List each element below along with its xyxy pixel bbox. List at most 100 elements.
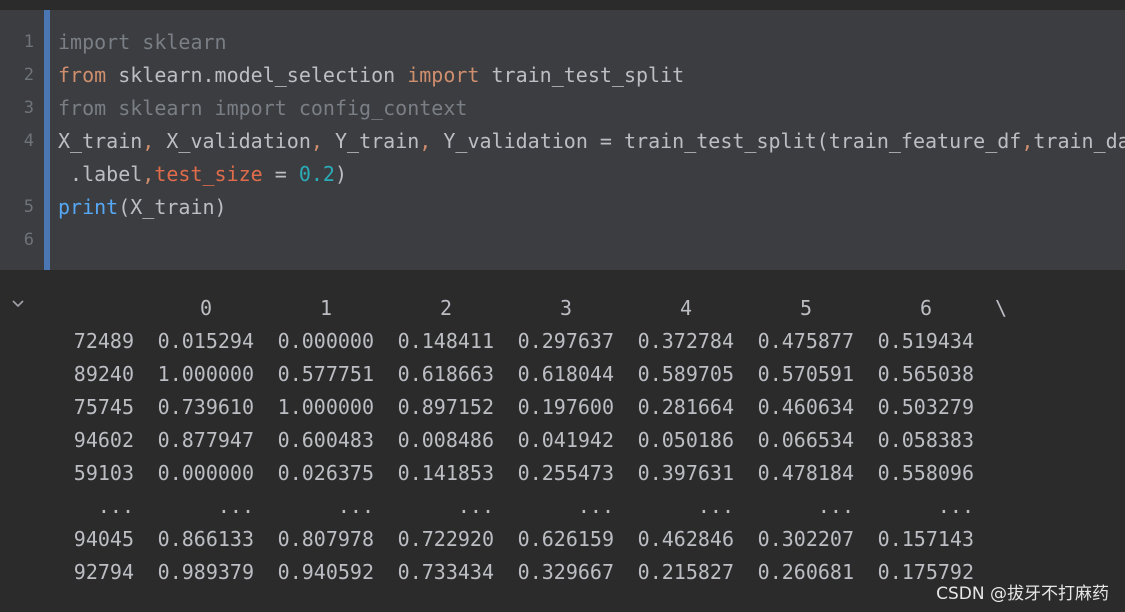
code-token: Y_validation = train_test_split(train_fe… — [443, 129, 1022, 153]
table-cell: 0.807978 — [277, 527, 374, 551]
code-token: ) — [334, 162, 348, 186]
row-index: 72489 — [73, 329, 134, 353]
table-cell: 0.600483 — [277, 428, 374, 452]
cell-output: 0 1 2 3 4 5 6 \ 72489 0.015294 0.000000 0.148411 0.2… — [0, 270, 1125, 612]
table-cell: 0.157143 — [877, 527, 974, 551]
code-token: Y_train — [334, 129, 420, 153]
table-cell: 0.565038 — [877, 362, 974, 386]
continuation-marker: \ — [995, 296, 1008, 320]
code-line[interactable]: from sklearn.model_selection import trai… — [58, 59, 684, 92]
line-number: 2 — [23, 65, 34, 85]
table-cell: 0.015294 — [157, 329, 254, 353]
table-cell: 0.026375 — [277, 461, 374, 485]
code-line[interactable]: X_train, X_validation, Y_train, Y_valida… — [58, 125, 1125, 158]
table-cell: 0.397631 — [637, 461, 734, 485]
line-number: 3 — [23, 98, 34, 118]
code-token: , — [419, 129, 444, 153]
code-token: (X_train) — [118, 195, 227, 219]
line-number: 5 — [23, 197, 34, 217]
table-cell: 1.000000 — [277, 395, 374, 419]
table-cell: 0.215827 — [637, 560, 734, 584]
code-line[interactable]: print(X_train) — [58, 191, 227, 224]
table-cell: 0.589705 — [637, 362, 734, 386]
table-cell: ... — [337, 494, 374, 518]
row-index: 89240 — [73, 362, 134, 386]
column-header: 1 — [319, 296, 333, 320]
table-cell: 0.297637 — [517, 329, 614, 353]
table-cell: 0.570591 — [757, 362, 854, 386]
table-cell: ... — [817, 494, 854, 518]
code-token: train_test_split — [479, 63, 685, 87]
code-token: import sklearn — [58, 30, 227, 54]
table-cell: 0.475877 — [757, 329, 854, 353]
table-cell: ... — [217, 494, 254, 518]
table-cell: 0.260681 — [757, 560, 854, 584]
column-header: 2 — [439, 296, 453, 320]
table-cell: 0.050186 — [637, 428, 734, 452]
table-cell: 0.329667 — [517, 560, 614, 584]
table-cell: 0.372784 — [637, 329, 734, 353]
table-cell: 0.148411 — [397, 329, 494, 353]
code-line[interactable]: import sklearn — [58, 26, 227, 59]
table-cell: 0.940592 — [277, 560, 374, 584]
code-token: from — [58, 63, 107, 87]
table-cell: 0.302207 — [757, 527, 854, 551]
row-index: 94602 — [73, 428, 134, 452]
table-cell: 1.000000 — [157, 362, 254, 386]
code-token: , — [310, 129, 335, 153]
code-line[interactable]: from sklearn import config_context — [58, 92, 467, 125]
cell-selection-bar — [44, 10, 50, 270]
chevron-down-icon[interactable] — [10, 296, 26, 312]
table-cell: 0.739610 — [157, 395, 254, 419]
table-cell: 0.989379 — [157, 560, 254, 584]
table-cell: ... — [577, 494, 614, 518]
table-cell: 0.733434 — [397, 560, 494, 584]
table-cell: 0.577751 — [277, 362, 374, 386]
line-number: 1 — [23, 32, 34, 52]
column-header: 0 — [199, 296, 213, 320]
code-token: X_train — [58, 129, 143, 153]
row-index: 94045 — [73, 527, 134, 551]
table-cell: 0.000000 — [157, 461, 254, 485]
code-token: , — [1021, 129, 1034, 153]
table-cell: 0.618044 — [517, 362, 614, 386]
row-index: 59103 — [73, 461, 134, 485]
code-line[interactable]: .label,test_size = 0.2) — [58, 158, 347, 191]
table-cell: 0.866133 — [157, 527, 254, 551]
table-cell: 0.626159 — [517, 527, 614, 551]
table-cell: 0.041942 — [517, 428, 614, 452]
column-header: 4 — [679, 296, 693, 320]
table-cell: 0.618663 — [397, 362, 494, 386]
row-index: 75745 — [73, 395, 134, 419]
table-cell: 0.897152 — [397, 395, 494, 419]
table-cell: 0.460634 — [757, 395, 854, 419]
code-token: train_data — [1033, 129, 1125, 153]
table-cell: 0.558096 — [877, 461, 974, 485]
table-cell: 0.478184 — [757, 461, 854, 485]
code-token: print — [58, 195, 119, 219]
table-cell: 0.008486 — [397, 428, 494, 452]
table-cell: 0.000000 — [277, 329, 374, 353]
code-token: import — [407, 63, 480, 87]
code-token: .label — [58, 162, 143, 186]
row-index: ... — [97, 494, 134, 518]
table-cell: 0.722920 — [397, 527, 494, 551]
table-cell: ... — [457, 494, 494, 518]
code-token: 0.2 — [298, 162, 335, 186]
line-number: 4 — [23, 131, 34, 151]
table-cell: 0.281664 — [637, 395, 734, 419]
code-token: from sklearn import config_context — [58, 96, 468, 120]
table-cell: 0.066534 — [757, 428, 854, 452]
table-cell: 0.058383 — [877, 428, 974, 452]
table-cell: ... — [937, 494, 974, 518]
code-token: , — [142, 129, 167, 153]
table-cell: 0.877947 — [157, 428, 254, 452]
top-strip — [0, 0, 1125, 10]
code-cell[interactable]: 1 2 3 4 5 6 import sklearn from sklearn.model_… — [0, 10, 1125, 270]
column-header: 5 — [799, 296, 813, 320]
table-cell: ... — [697, 494, 734, 518]
code-token: X_validation — [166, 129, 311, 153]
line-number-gutter: 1 2 3 4 5 6 — [0, 10, 44, 270]
line-number: 6 — [23, 230, 34, 250]
code-token: = — [262, 162, 299, 186]
